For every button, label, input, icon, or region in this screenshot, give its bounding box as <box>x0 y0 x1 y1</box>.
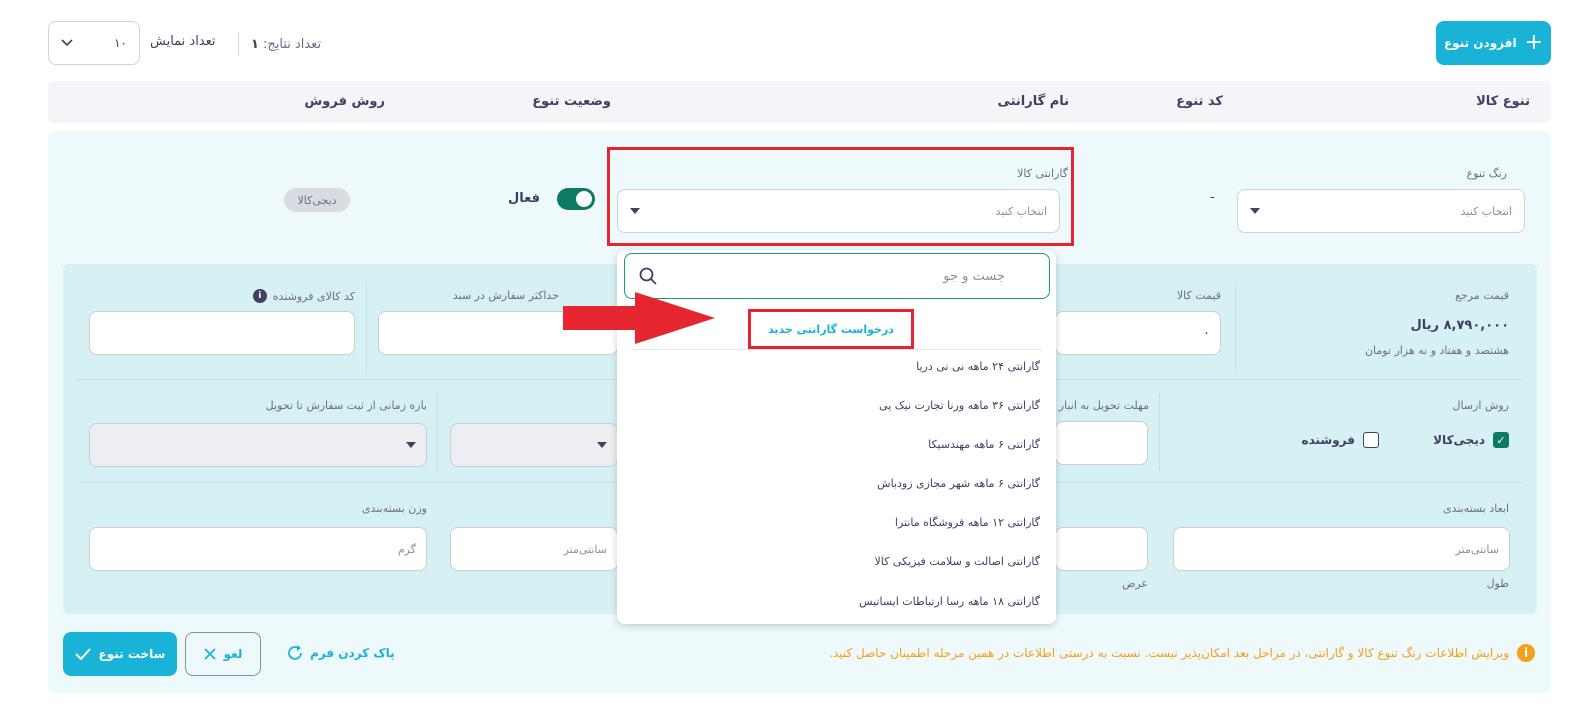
cancel-button[interactable]: لغو <box>185 632 261 676</box>
per-page-select[interactable]: ۱۰ <box>48 21 140 65</box>
add-variant-button[interactable]: + افزودن تنوع <box>1436 21 1551 65</box>
delivery-range-select[interactable] <box>89 423 427 467</box>
caret-down-icon <box>630 208 640 214</box>
ref-price-words: هشتصد و هفتاد و نه هزار تومان <box>1364 344 1509 357</box>
ref-price-value: ۸,۷۹۰,۰۰۰ ریال <box>1410 318 1509 333</box>
info-icon[interactable]: i <box>252 289 267 303</box>
seller-code-label-wrap: کد کالای فروشنده i <box>252 289 355 303</box>
caret-down-icon <box>597 442 607 448</box>
warranty-option[interactable]: گارانتی ۲۴ ماهه نی نی دریا <box>916 360 1040 373</box>
search-icon <box>639 267 657 285</box>
plus-icon: + <box>1524 30 1544 55</box>
warranty-label: گارانتی کالا <box>1017 167 1068 180</box>
add-variant-label: افزودن تنوع <box>1443 36 1517 50</box>
warranty-option[interactable]: گارانتی ۳۶ ماهه ورنا تجارت نیک پی <box>879 399 1040 412</box>
shipping-method-label: روش ارسال <box>1452 399 1509 412</box>
check-icon <box>74 648 91 660</box>
warranty-option[interactable]: گارانتی ۱۸ ماهه رسا ارتباطات ایساتیس <box>859 595 1040 608</box>
warranty-option[interactable]: گارانتی ۶ ماهه مهندسیکا <box>928 438 1040 451</box>
header-warranty-name: نام گارانتی <box>997 94 1069 109</box>
shipping-seller-option[interactable]: فروشنده <box>1302 432 1379 448</box>
checkbox[interactable] <box>1363 432 1379 448</box>
length-label: طول <box>1486 577 1509 590</box>
ref-price-label: قیمت مرجع <box>1455 289 1509 302</box>
package-weight-label: وزن بسته‌بندی <box>361 502 427 515</box>
warranty-option[interactable]: گارانتی ۱۲ ماهه فروشگاه مانترا <box>895 516 1040 529</box>
red-arrow-annotation <box>563 292 715 344</box>
package-height-input[interactable]: سانتی‌متر <box>450 527 618 571</box>
new-warranty-request-link[interactable]: درخواست گارانتی جدید <box>748 309 914 349</box>
chevron-down-icon <box>61 39 73 47</box>
warranty-option[interactable]: گارانتی اصالت و سلامت فیزیکی کالا <box>875 555 1041 568</box>
variant-color-label: رنگ تنوع <box>1466 167 1507 180</box>
warranty-select[interactable]: انتخاب کنید <box>617 189 1060 233</box>
delivery-deadline-label: مهلت تحویل به انبار <box>1058 399 1149 412</box>
warning-message: i ویرایش اطلاعات رنگ تنوع کالا و گارانتی… <box>829 644 1535 662</box>
header-variant-status: وضعیت تنوع <box>532 94 611 109</box>
price-input[interactable]: ۰ <box>1055 311 1221 355</box>
package-weight-input[interactable]: گرم <box>89 527 427 571</box>
package-width-input[interactable] <box>1055 527 1148 571</box>
seller-code-input[interactable] <box>89 311 355 355</box>
status-label: فعال <box>508 191 541 206</box>
divider <box>1235 285 1236 371</box>
warranty-option[interactable]: گارانتی ۶ ماهه شهر مجازی زودباش <box>877 477 1040 490</box>
delivery-range-label: بازه زمانی از ثبت سفارش تا تحویل <box>265 399 427 412</box>
caret-down-icon <box>1250 208 1260 214</box>
refresh-icon <box>288 645 302 660</box>
divider <box>366 285 367 371</box>
divider <box>437 393 438 471</box>
variant-code-value: - <box>1210 190 1215 205</box>
package-dims-label: ابعاد بسته‌بندی <box>1442 502 1509 515</box>
caret-down-icon <box>406 442 416 448</box>
shipping-digikala-option[interactable]: ✓ دیجی‌کالا <box>1433 432 1509 448</box>
results-count: تعداد نتایج: ۱ <box>238 32 333 56</box>
display-count-label: تعداد نمایش <box>150 34 216 49</box>
header-sale-method: روش فروش <box>304 94 385 109</box>
clear-form-button[interactable]: پاک کردن فرم <box>286 644 395 662</box>
checkbox-checked[interactable]: ✓ <box>1493 432 1509 448</box>
divider <box>632 349 1042 350</box>
status-toggle[interactable] <box>557 188 595 210</box>
max-order-label: حداکثر سفارش در سبد <box>452 289 559 302</box>
table-header: تنوع کالا کد تنوع نام گارانتی وضعیت تنوع… <box>48 81 1551 123</box>
divider <box>1159 393 1160 471</box>
width-label: عرض <box>1122 577 1148 590</box>
header-variant-code: کد تنوع <box>1176 94 1223 109</box>
header-variant: تنوع کالا <box>1476 94 1530 109</box>
close-icon <box>203 648 216 660</box>
warning-icon: i <box>1517 644 1535 662</box>
price-label: قیمت کالا <box>1176 289 1221 302</box>
delivery-type-select[interactable] <box>450 423 618 467</box>
create-variant-button[interactable]: ساخت تنوع <box>63 632 177 676</box>
variant-color-select[interactable]: انتخاب کنید <box>1237 189 1525 233</box>
delivery-deadline-input[interactable] <box>1055 421 1148 465</box>
sale-method-badge: دیجی‌کالا <box>284 188 350 212</box>
package-length-input[interactable]: سانتی‌متر <box>1173 527 1510 571</box>
